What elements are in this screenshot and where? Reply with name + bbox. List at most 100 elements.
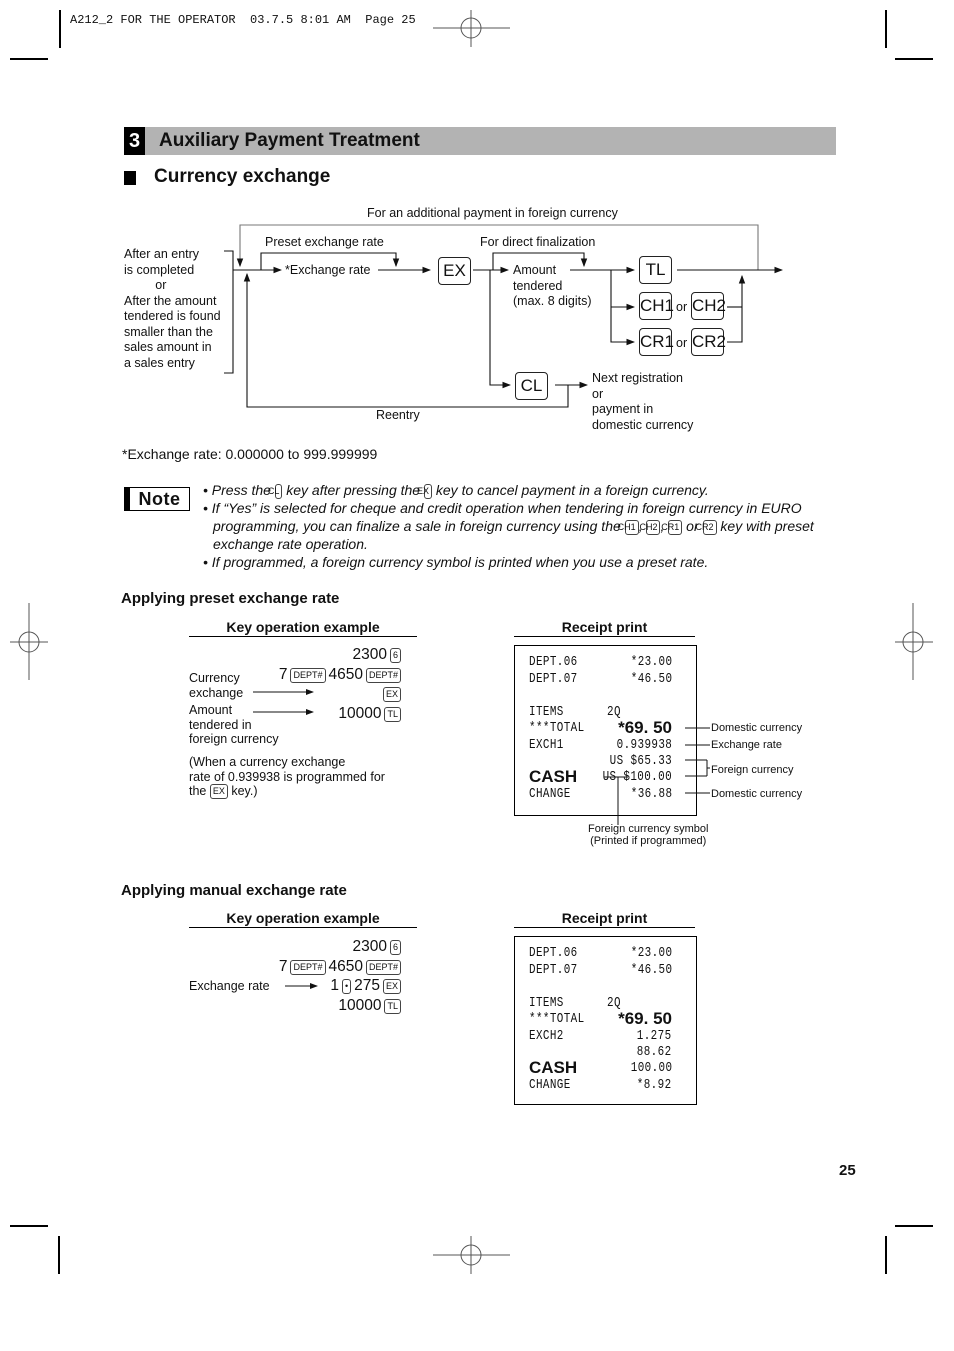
cr2-key: CR2 — [691, 328, 726, 356]
cr1-key-small: CR1 — [661, 520, 683, 535]
registration-mark-right — [895, 603, 933, 680]
preset-receipt-heading: Receipt print — [514, 619, 695, 637]
cr1-key: CR1 — [639, 328, 674, 356]
receipt-value: *23.00 — [630, 654, 672, 670]
receipt-label: DEPT.06 — [529, 654, 578, 670]
receipt-label: CASH — [529, 767, 578, 786]
ex-key-small: EX — [417, 484, 432, 499]
preset-heading: Applying preset exchange rate — [121, 590, 340, 607]
key-operation-line: 7 DEPT# 4650 DEPT# — [279, 958, 404, 976]
flow-exchange-rate: *Exchange rate — [285, 263, 371, 277]
note-item: • If “Yes” is selected for cheque and cr… — [203, 499, 833, 553]
receipt-label: ***TOTAL — [529, 720, 585, 736]
key-operation-line: 7 DEPT# 4650 DEPT# — [279, 666, 404, 684]
note-text: • Press the — [203, 482, 275, 498]
registration-mark-left — [10, 603, 48, 680]
label-exchange-rate: Exchange rate — [189, 979, 270, 993]
note-badge: Note — [124, 487, 190, 511]
key-digits: 7 — [278, 957, 288, 975]
ch2-key-small: CH2 — [639, 520, 661, 535]
receipt-label: CHANGE — [529, 786, 571, 802]
bracket — [224, 250, 234, 374]
key-glyph: DEPT# — [365, 959, 401, 975]
manual-heading: Applying manual exchange rate — [121, 882, 347, 899]
or-label: or — [676, 300, 688, 314]
flow-preset-label: Preset exchange rate — [265, 235, 384, 249]
key-digits: 10000 — [338, 704, 382, 722]
flow-next-label: Next registration or payment in domestic… — [592, 371, 694, 432]
key-glyph: 6 — [389, 648, 401, 663]
note-text: • If programmed, a foreign currency symb… — [203, 554, 709, 570]
or-label: or — [676, 336, 688, 350]
manual-receipt: DEPT.06 *23.00 DEPT.07 *46.50 ITEMS 2Q ***TOTA… — [514, 936, 697, 1105]
receipt-label: ITEMS — [529, 995, 564, 1011]
key-glyph: • — [341, 979, 352, 994]
cl-key: CL — [515, 372, 548, 400]
key-digits: 4650 — [328, 665, 363, 683]
receipt-value: *23.00 — [630, 945, 672, 961]
flow-left-note: After an entry is completed or After the… — [124, 247, 221, 370]
key-digits: 7 — [278, 665, 288, 683]
key-operation-line: EX — [380, 685, 404, 703]
key-glyph: DEPT# — [365, 667, 401, 683]
receipt-total: *69. 50 — [618, 1009, 672, 1028]
exchange-rate-arrow — [285, 983, 318, 989]
cr2-key-small: CR2 — [696, 520, 717, 535]
key-glyph: EX — [382, 979, 401, 994]
callout-exchange-rate: Exchange rate — [711, 739, 782, 751]
key-glyph: EX — [382, 687, 401, 702]
key-operation-line: 1 • 275 EX — [330, 977, 404, 995]
key-glyph: TL — [384, 998, 401, 1014]
receipt-value: *8.92 — [637, 1077, 672, 1093]
receipt-value: 1.275 — [637, 1028, 672, 1044]
manual-key-op-heading: Key operation example — [189, 910, 417, 928]
key-glyph: 6 — [389, 940, 401, 955]
key-digits: 275 — [354, 977, 380, 994]
note-item: • If programmed, a foreign currency symb… — [203, 553, 833, 571]
key-op-arrows — [253, 689, 314, 715]
receipt-label: EXCH2 — [529, 1028, 564, 1044]
ex-key-small: EX — [209, 784, 228, 799]
receipt-value: 88.62 — [637, 1044, 672, 1060]
receipt-label: CASH — [529, 1058, 578, 1077]
receipt-label: DEPT.07 — [529, 962, 578, 978]
flow-direct-label: For direct finalization — [480, 235, 596, 249]
receipt-value: *46.50 — [630, 962, 672, 978]
key-digits: 2300 — [352, 646, 387, 663]
callout-domestic-currency: Domestic currency — [711, 788, 803, 800]
key-digits: 2300 — [352, 938, 387, 955]
preset-rate-note: (When a currency exchange rate of 0.9399… — [189, 755, 385, 799]
label-currency-exchange: Currency exchange — [189, 671, 244, 700]
key-operation-line: 2300 6 — [353, 646, 405, 664]
manual-receipt-heading: Receipt print — [514, 910, 695, 928]
ch2-key: CH2 — [691, 292, 726, 320]
receipt-value: *46.50 — [630, 671, 672, 687]
preset-key-op-heading: Key operation example — [189, 619, 417, 637]
receipt-callout-lines — [604, 727, 710, 825]
note-text: key after pressing the — [282, 482, 424, 498]
key-digits: 10000 — [338, 996, 382, 1014]
footnote: *Exchange rate: 0.000000 to 999.999999 — [122, 446, 378, 462]
key-glyph: DEPT# — [290, 959, 326, 975]
receipt-label: DEPT.07 — [529, 671, 578, 687]
flow-amount-tendered: Amount tendered (max. 8 digits) — [513, 263, 592, 308]
note-item: • Press the CL key after pressing the EX… — [203, 481, 833, 499]
page-number: 25 — [839, 1162, 856, 1179]
note-list: • Press the CL key after pressing the EX… — [203, 481, 833, 571]
receipt-label: CHANGE — [529, 1077, 571, 1093]
callout-currency-symbol: Foreign currency symbol (Printed if prog… — [588, 823, 709, 847]
callout-foreign-currency: Foreign currency — [711, 764, 794, 776]
flow-diagram — [224, 224, 784, 408]
receipt-label: EXCH1 — [529, 737, 564, 753]
callout-domestic-currency: Domestic currency — [711, 722, 803, 734]
key-digits: 4650 — [328, 957, 363, 975]
ch1-key: CH1 — [639, 292, 674, 320]
receipt-value: 100.00 — [630, 1060, 672, 1076]
ex-key: EX — [438, 257, 471, 285]
note-text: key to cancel payment in a foreign curre… — [432, 482, 709, 498]
ch1-key-small: CH1 — [618, 520, 639, 535]
key-glyph: TL — [384, 706, 401, 722]
receipt-label: ITEMS — [529, 704, 564, 720]
key-operation-line: 10000 TL — [338, 705, 404, 723]
registration-mark-bottom — [433, 1236, 510, 1274]
